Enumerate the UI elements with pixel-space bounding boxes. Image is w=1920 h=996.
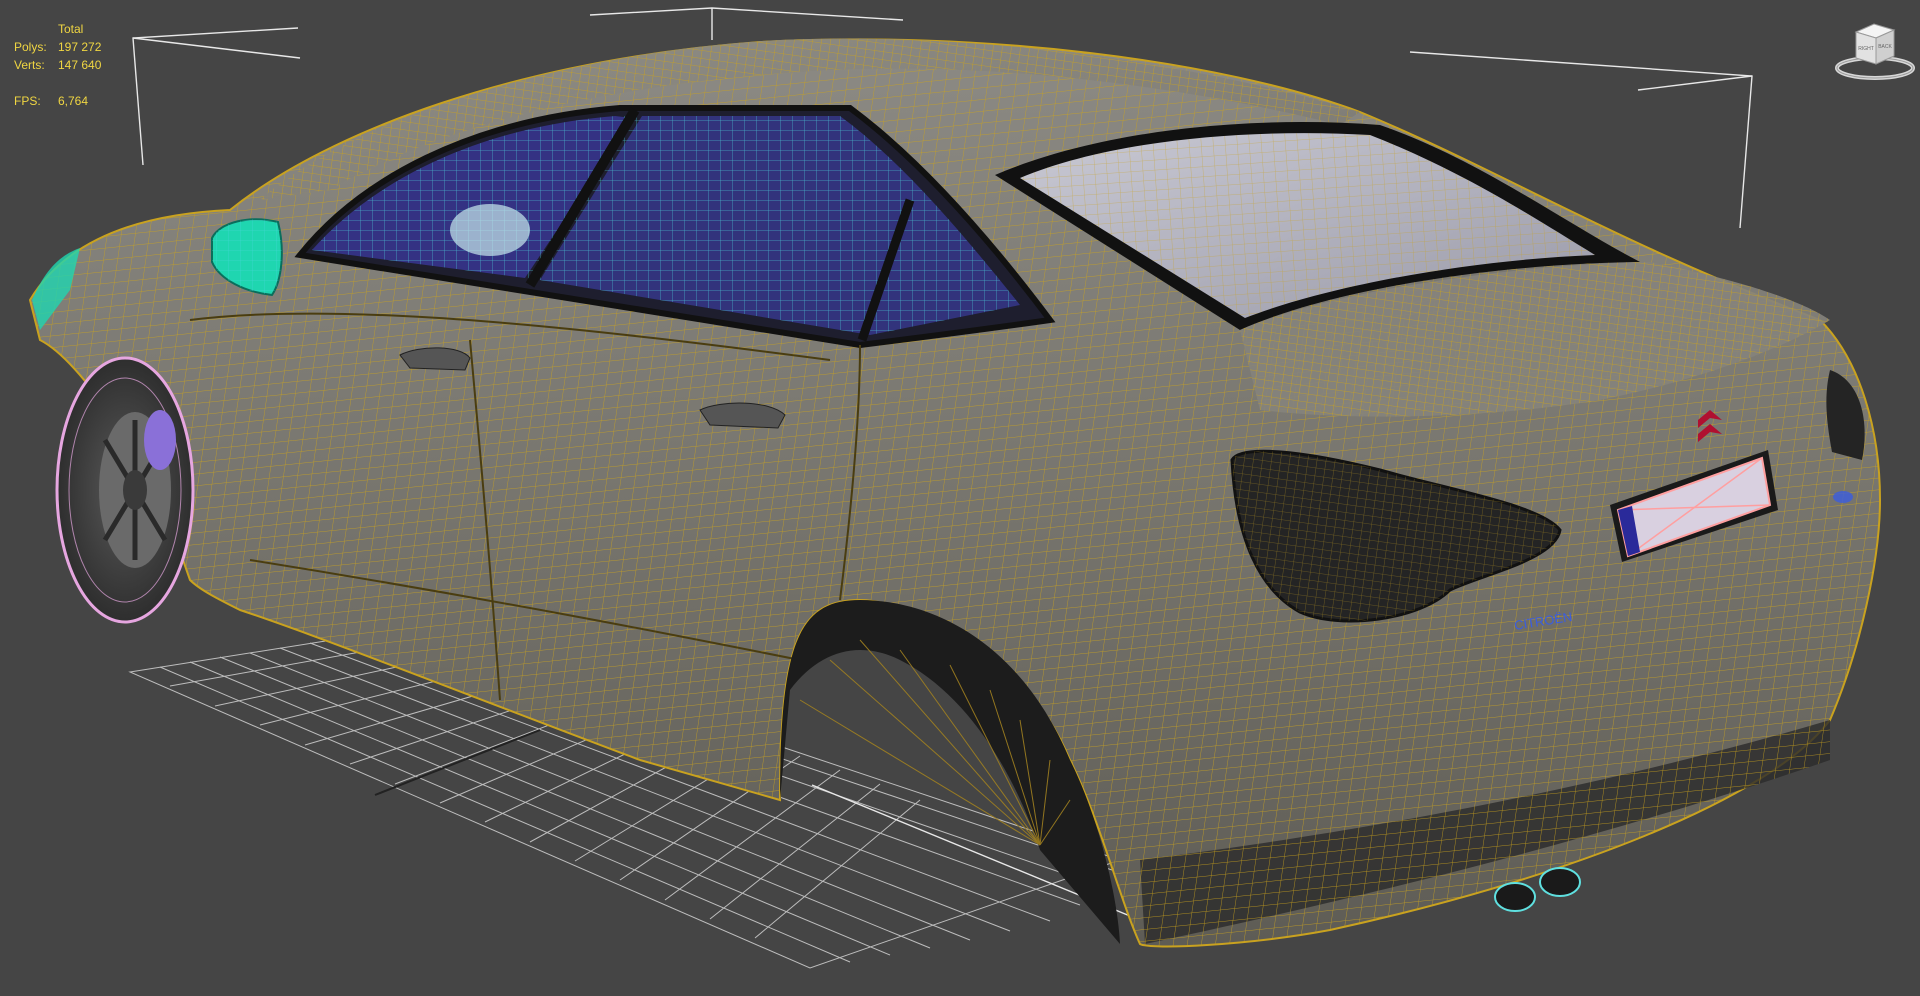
- polys-value: 197 272: [58, 40, 102, 54]
- viewcube-face-right[interactable]: RIGHT: [1858, 46, 1874, 52]
- stats-header: Total: [58, 22, 84, 36]
- car-model[interactable]: CITROËN: [28, 38, 1882, 948]
- front-wheel: [55, 356, 195, 624]
- scene-view[interactable]: CITROËN: [0, 0, 1920, 996]
- viewport-statistics: Total Polys: 197 272 Verts: 147 640 FPS: 6,…: [14, 20, 101, 110]
- fps-label: FPS:: [14, 94, 41, 108]
- viewcube-face-back[interactable]: BACK: [1878, 44, 1892, 50]
- viewcube-icon[interactable]: RIGHT BACK: [1834, 18, 1916, 80]
- polys-label: Polys:: [14, 40, 47, 54]
- perspective-viewport[interactable]: CITROËN Total Polys: 197 272 Verts: 147 …: [0, 0, 1920, 996]
- fps-value: 6,764: [58, 94, 89, 108]
- verts-label: Verts:: [14, 58, 45, 72]
- verts-value: 147 640: [58, 58, 102, 72]
